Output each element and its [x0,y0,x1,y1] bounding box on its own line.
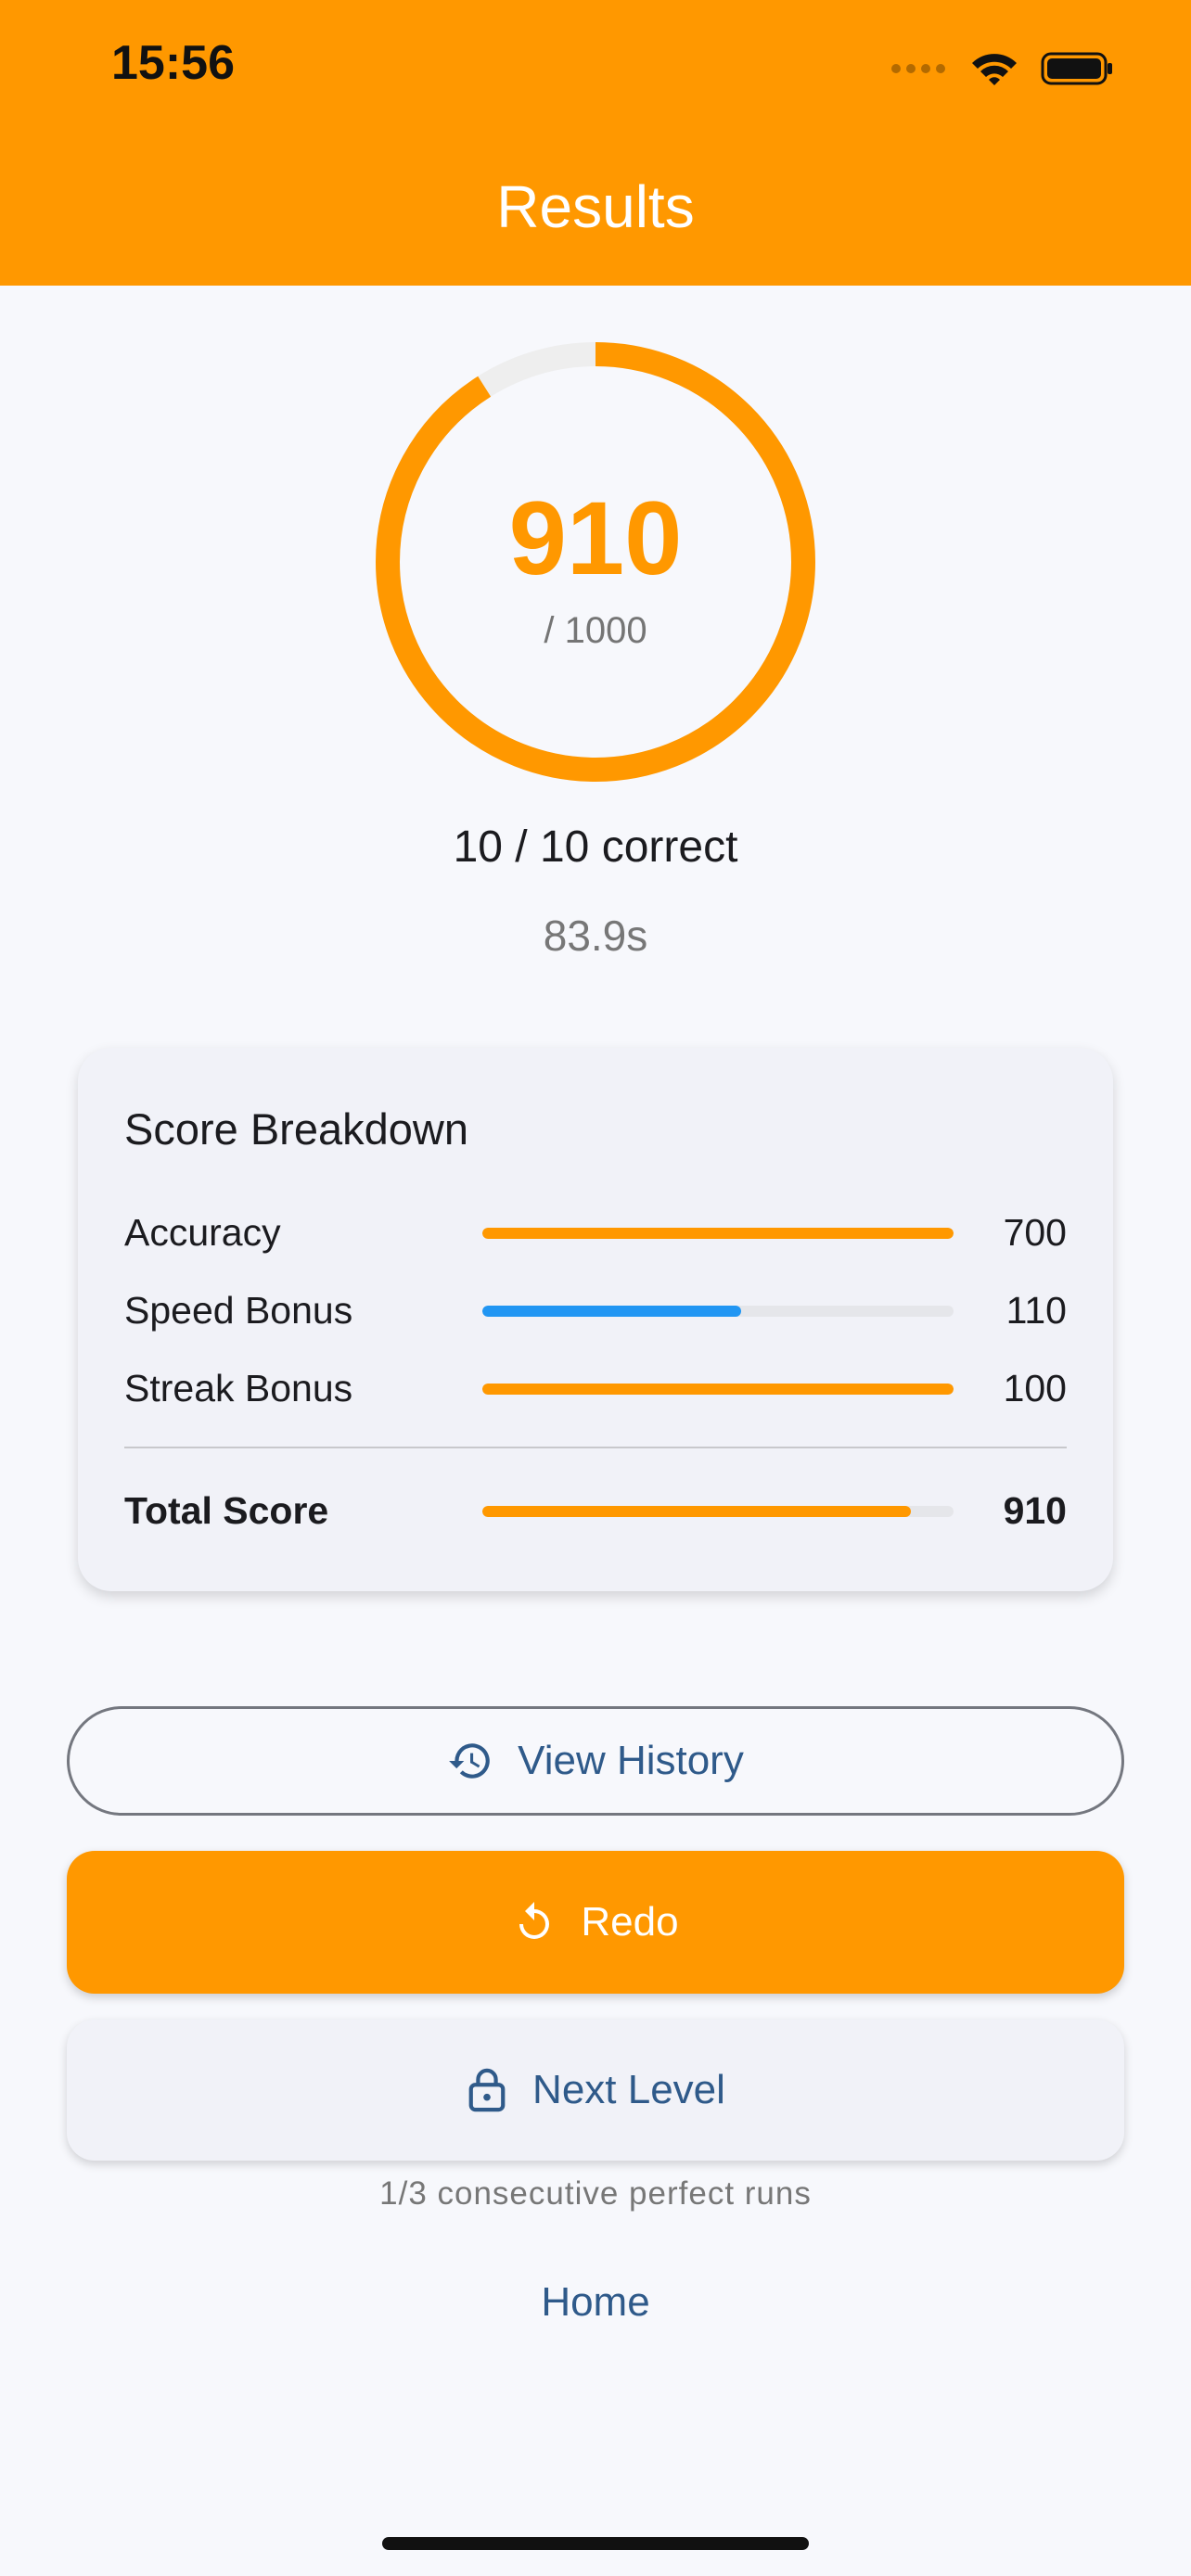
row-label: Speed Bonus [124,1289,353,1332]
results-screen: 15:56 Results 910 / 1000 10 / 10 correct… [0,0,1191,2576]
divider [124,1447,1067,1448]
wifi-icon [972,54,1017,85]
elapsed-time: 83.9s [543,912,648,960]
breakdown-row-total: Total Score 910 [124,1482,1067,1537]
progress-fill [482,1306,742,1317]
redo-label: Redo [581,1899,679,1945]
card-title: Score Breakdown [124,1104,468,1154]
row-label: Accuracy [124,1211,281,1254]
lock-icon [468,2068,506,2112]
row-label: Streak Bonus [124,1367,353,1409]
app-bar: 15:56 Results [0,0,1191,286]
progress-fill [482,1384,954,1395]
status-time: 15:56 [111,36,235,90]
progress-fill [482,1228,954,1239]
row-label: Total Score [124,1489,329,1532]
page-title: Results [496,173,695,240]
row-value: 700 [1003,1211,1067,1254]
breakdown-row-streak-bonus: Streak Bonus 100 [124,1359,1067,1415]
next-level-label: Next Level [532,2067,725,2112]
view-history-button[interactable]: View History [67,1706,1124,1816]
view-history-label: View History [518,1738,744,1783]
status-icons [890,43,1115,95]
battery-icon [1041,52,1112,85]
next-level-button[interactable]: Next Level [67,2020,1124,2161]
progress-track [482,1384,954,1395]
score-max: / 1000 [544,610,647,651]
home-link[interactable]: Home [0,2279,1191,2326]
score-value: 910 [508,480,683,596]
row-value: 110 [1005,1289,1067,1332]
score-ring: 910 / 1000 [373,339,818,784]
history-icon [449,1743,490,1779]
breakdown-row-accuracy: Accuracy 700 [124,1204,1067,1259]
progress-track [482,1506,954,1517]
row-value: 910 [1003,1489,1067,1532]
progress-track [482,1306,954,1317]
redo-icon [519,1902,550,1939]
redo-button[interactable]: Redo [67,1851,1124,1994]
score-breakdown-card: Score Breakdown Accuracy 700 Speed Bonus… [78,1048,1113,1591]
correct-count: 10 / 10 correct [453,823,738,872]
home-indicator [382,2537,809,2550]
progress-track [482,1228,954,1239]
signal-icon [891,64,945,73]
breakdown-row-speed-bonus: Speed Bonus 110 [124,1282,1067,1337]
row-value: 100 [1003,1367,1067,1409]
progress-fill [482,1506,912,1517]
perfect-runs-note: 1/3 consecutive perfect runs [379,2175,812,2212]
